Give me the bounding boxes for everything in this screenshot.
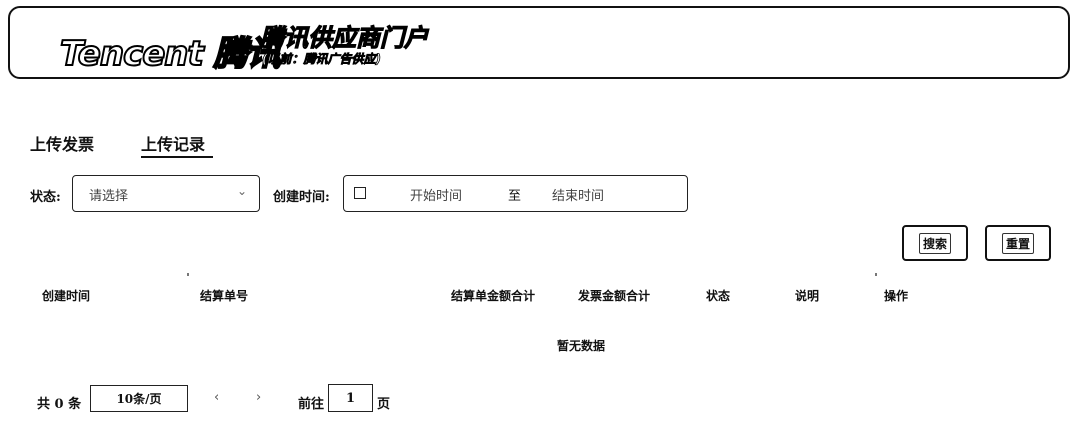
goto-page-input[interactable] (328, 384, 373, 412)
pagination-total: 共 0 条 (37, 397, 82, 412)
status-select-placeholder: 请选择 (89, 189, 129, 204)
active-tab-indicator (141, 156, 213, 158)
page-size-select[interactable]: 10条/页 (90, 385, 188, 412)
column-header-settlement-amount: 结算单金额合计 (451, 289, 536, 303)
tencent-logo: Tencent 腾讯 (59, 33, 282, 75)
search-button[interactable]: 搜索 (902, 225, 968, 261)
column-header-actions: 操作 (884, 289, 909, 303)
end-date-input[interactable]: 结束时间 (552, 185, 604, 204)
calendar-icon (354, 187, 366, 199)
tab-upload-records[interactable]: 上传记录 (141, 131, 205, 155)
reset-button[interactable]: 重置 (985, 225, 1051, 261)
column-header-created-time: 创建时间 (42, 289, 91, 303)
start-date-input[interactable]: 开始时间 (410, 185, 462, 204)
column-header-status: 状态 (706, 289, 731, 303)
portal-header: Tencent 腾讯 腾讯供应商门户 (以前：腾讯广告供应) (8, 6, 1070, 79)
tab-upload-invoice[interactable]: 上传发票 (30, 131, 94, 155)
status-select[interactable]: 请选择 ⌄ (72, 175, 260, 212)
reset-button-label: 重置 (1001, 232, 1034, 254)
goto-page-label: 前往 (298, 397, 325, 412)
column-divider (187, 273, 189, 276)
goto-page-suffix: 页 (377, 397, 391, 412)
range-separator: 至 (508, 189, 522, 204)
column-header-description: 说明 (795, 289, 820, 303)
prev-page-icon[interactable]: ‹ (214, 390, 219, 405)
search-button-label: 搜索 (918, 232, 951, 254)
portal-title: 腾讯供应商门户 (259, 23, 428, 52)
chevron-down-icon: ⌄ (236, 184, 247, 198)
next-page-icon[interactable]: › (256, 390, 261, 405)
status-filter-label: 状态: (30, 190, 61, 205)
table-empty-state: 暂无数据 (557, 339, 606, 353)
created-time-range-picker[interactable]: 开始时间 至 结束时间 (343, 175, 688, 212)
column-header-settlement-no: 结算单号 (200, 289, 249, 303)
created-time-filter-label: 创建时间: (273, 190, 330, 205)
column-divider (875, 273, 877, 276)
column-header-invoice-amount: 发票金额合计 (578, 289, 651, 303)
portal-subtitle: (以前：腾讯广告供应) (262, 52, 382, 67)
